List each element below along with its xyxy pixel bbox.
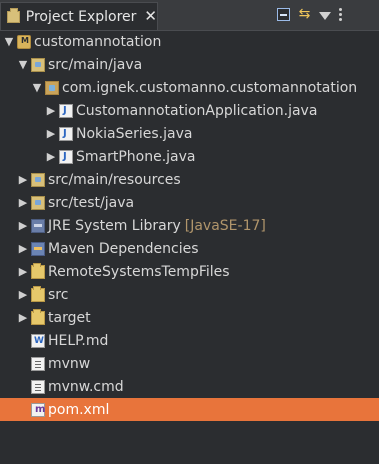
- java-interface-icon: [59, 126, 73, 141]
- maven-pom-icon: [31, 402, 45, 417]
- tree-item-label: customannotation: [34, 33, 162, 50]
- source-folder-icon: [31, 57, 45, 72]
- expand-arrow-icon[interactable]: ▶: [16, 196, 30, 210]
- project-explorer-folder-icon: [7, 7, 20, 23]
- java-class-icon: [59, 103, 73, 118]
- tree-item-target[interactable]: ▶ target: [0, 306, 379, 329]
- tree-item-label: com.ignek.customanno.customannotation: [62, 79, 358, 96]
- expand-arrow-icon[interactable]: ▶: [44, 104, 58, 118]
- source-folder-icon: [31, 195, 45, 210]
- file-icon: [31, 356, 45, 371]
- tree-item-package[interactable]: ▼ com.ignek.customanno.customannotation: [0, 76, 379, 99]
- folder-icon: [31, 285, 45, 302]
- project-tree: ▼ customannotation ▼ src/main/java ▼ com…: [0, 30, 379, 464]
- tree-item-label: src/main/resources: [48, 171, 181, 188]
- tree-item-jre-system-library[interactable]: ▶ JRE System Library [JavaSE-17]: [0, 214, 379, 237]
- tree-item-label: CustomannotationApplication.java: [76, 102, 318, 119]
- tree-item-mvnw-cmd[interactable]: mvnw.cmd: [0, 375, 379, 398]
- library-icon: [31, 218, 45, 233]
- tree-item-pom-xml[interactable]: pom.xml: [0, 398, 379, 421]
- view-tab-bar: Project Explorer ✕ ⇆: [0, 0, 379, 31]
- view-menu-icon[interactable]: [339, 7, 343, 21]
- expand-arrow-icon[interactable]: ▶: [16, 242, 30, 256]
- tree-item-label: src: [48, 286, 69, 303]
- tree-item-label: NokiaSeries.java: [76, 125, 193, 142]
- tree-item-help-md[interactable]: HELP.md: [0, 329, 379, 352]
- view-toolbar: ⇆: [277, 7, 343, 21]
- close-tab-icon[interactable]: ✕: [144, 9, 157, 24]
- package-icon: [45, 80, 59, 95]
- tree-item-nokiaseries-java[interactable]: ▶ NokiaSeries.java: [0, 122, 379, 145]
- expand-arrow-icon[interactable]: ▶: [44, 127, 58, 141]
- filter-icon[interactable]: [319, 12, 331, 20]
- tab-project-explorer[interactable]: Project Explorer ✕: [0, 2, 158, 30]
- tree-item-label: HELP.md: [48, 332, 109, 349]
- tree-item-label: SmartPhone.java: [76, 148, 196, 165]
- expand-arrow-icon[interactable]: ▶: [16, 219, 30, 233]
- tree-item-label: src/main/java: [48, 56, 143, 73]
- tree-item-label: pom.xml: [48, 401, 110, 418]
- tree-item-src-main-java[interactable]: ▼ src/main/java: [0, 53, 379, 76]
- tree-item-label: src/test/java: [48, 194, 135, 211]
- tree-item-mvnw[interactable]: mvnw: [0, 352, 379, 375]
- tree-item-label: target: [48, 309, 91, 326]
- maven-project-icon: [17, 34, 31, 49]
- tree-item-label: Maven Dependencies: [48, 240, 199, 257]
- expand-arrow-icon[interactable]: ▶: [16, 288, 30, 302]
- tree-item-customannotation[interactable]: ▼ customannotation: [0, 30, 379, 53]
- expand-arrow-icon[interactable]: ▶: [16, 265, 30, 279]
- tab-title: Project Explorer: [25, 8, 137, 25]
- tree-item-label: RemoteSystemsTempFiles: [48, 263, 230, 280]
- tree-item-smartphone-java[interactable]: ▶ SmartPhone.java: [0, 145, 379, 168]
- tree-item-src-test-java[interactable]: ▶ src/test/java: [0, 191, 379, 214]
- collapse-all-icon[interactable]: [277, 7, 290, 21]
- tree-item-src[interactable]: ▶ src: [0, 283, 379, 306]
- folder-icon: [31, 308, 45, 325]
- source-folder-icon: [31, 172, 45, 187]
- link-with-editor-icon[interactable]: ⇆: [298, 7, 311, 21]
- jre-version-label: [JavaSE-17]: [184, 217, 266, 234]
- maven-dependencies-icon: [31, 241, 45, 256]
- folder-icon: [31, 262, 45, 279]
- tree-item-customannotationapplication-java[interactable]: ▶ CustomannotationApplication.java: [0, 99, 379, 122]
- tree-item-label: mvnw: [48, 355, 91, 372]
- tree-item-maven-dependencies[interactable]: ▶ Maven Dependencies: [0, 237, 379, 260]
- tree-item-remotesystemstempfiles[interactable]: ▶ RemoteSystemsTempFiles: [0, 260, 379, 283]
- tree-item-src-main-resources[interactable]: ▶ src/main/resources: [0, 168, 379, 191]
- file-icon: [31, 379, 45, 394]
- expand-arrow-icon[interactable]: ▶: [16, 173, 30, 187]
- collapse-arrow-icon[interactable]: ▼: [16, 58, 30, 72]
- collapse-arrow-icon[interactable]: ▼: [2, 35, 16, 49]
- markdown-file-icon: [31, 333, 45, 348]
- expand-arrow-icon[interactable]: ▶: [16, 311, 30, 325]
- java-class-icon: [59, 149, 73, 164]
- tree-item-label: JRE System Library: [48, 217, 181, 234]
- expand-arrow-icon[interactable]: ▶: [44, 150, 58, 164]
- tree-item-label: mvnw.cmd: [48, 378, 124, 395]
- collapse-arrow-icon[interactable]: ▼: [30, 81, 44, 95]
